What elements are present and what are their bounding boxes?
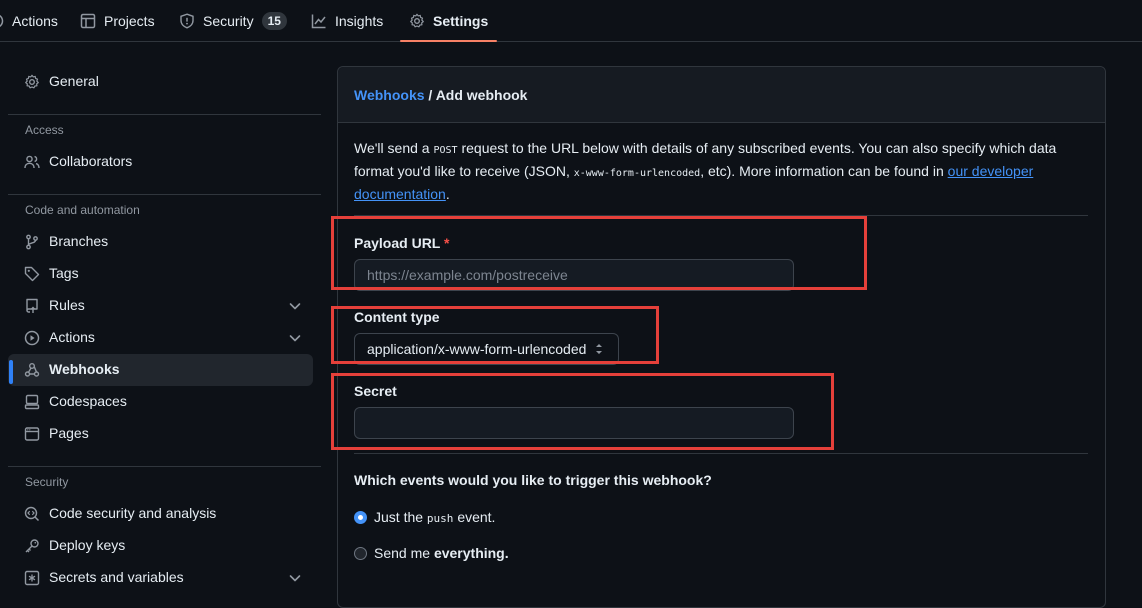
sidebar-heading-security: Security [25,475,69,489]
tag-icon [24,266,40,282]
intro-code-form: x-www-form-urlencoded [573,168,701,179]
webhook-icon [24,363,40,377]
repo-push-icon [26,298,38,313]
tab-label: Actions [12,12,58,29]
tab-label: Projects [104,12,155,29]
tab-label: Settings [433,12,489,29]
codespaces-icon [24,394,40,410]
breadcrumb-separator: / [428,87,433,103]
radio-button[interactable] [354,546,367,560]
sidebar-item-actions[interactable]: Actions [8,322,313,354]
tab-insights[interactable]: Insights [311,0,383,41]
sidebar-item-rules[interactable]: Rules [8,290,313,322]
chevron-down-icon[interactable] [287,298,303,314]
branch-icon [26,234,38,250]
events-question: Which events would you like to trigger t… [354,472,712,488]
highlight-payload-url [331,216,867,290]
section-divider [354,453,1088,454]
table-icon [80,13,96,28]
sidebar-item-collaborators[interactable]: Collaborators [8,146,313,178]
intro-text: . [445,186,450,202]
sidebar-item-label: Codespaces [49,393,127,409]
sidebar-item-label: Code security and analysis [49,505,217,521]
sidebar-item-secrets[interactable]: Secrets and variables [8,562,313,594]
key-icon [25,539,39,553]
radio-label-text: event. [457,509,496,525]
tab-projects[interactable]: Projects [80,0,155,41]
sidebar-divider [8,466,321,467]
sidebar-item-branches[interactable]: Branches [8,226,313,258]
highlight-content-type [331,306,659,364]
browser-icon [24,427,40,441]
sidebar-divider [8,194,321,195]
sidebar-item-label: Branches [49,233,109,249]
tab-actions[interactable]: Actions [0,0,58,41]
radio-label-code: push [426,512,454,525]
webhook-intro-text: We'll send a POST request to the URL bel… [354,138,1074,205]
sidebar-heading-code-automation: Code and automation [25,203,140,217]
sidebar-item-pages[interactable]: Pages [8,418,313,450]
graph-icon [311,14,326,28]
tab-security[interactable]: Security 15 [179,0,287,41]
repo-tab-bar: Actions Projects Security 15 Insights Se… [0,0,1142,42]
sidebar-item-label: Actions [49,329,95,345]
breadcrumb-current: Add webhook [435,87,528,103]
security-alert-count: 15 [261,11,287,30]
tab-settings[interactable]: Settings [399,0,498,42]
sidebar-item-general[interactable]: General [8,66,313,98]
codescan-icon [24,506,40,522]
chevron-down-icon[interactable] [287,570,303,586]
breadcrumb: Webhooks / Add webhook [354,87,527,103]
radio-just-push[interactable]: Just the push event. [354,509,495,525]
sidebar-item-deploy-keys[interactable]: Deploy keys [8,530,313,562]
sidebar-item-webhooks[interactable]: Webhooks [8,354,313,386]
sidebar-item-label: Collaborators [49,153,133,169]
sidebar-item-codespaces[interactable]: Codespaces [8,386,313,418]
sidebar-item-label: General [49,73,99,89]
intro-code-post: POST [433,145,458,156]
sidebar-heading-access: Access [25,123,64,137]
highlight-secret [331,373,834,450]
asterisk-icon [24,570,40,586]
radio-label: Just the push event. [374,509,495,525]
gear-icon [410,13,424,27]
tab-label: Insights [335,12,384,29]
intro-text: , etc). More information can be found in [700,163,944,179]
radio-label-text: Send me [374,545,431,561]
sidebar-item-label: Tags [49,265,79,281]
shield-icon [180,12,194,29]
breadcrumb-webhooks-link[interactable]: Webhooks [354,87,425,103]
chevron-down-icon[interactable] [287,330,303,346]
intro-text: We'll send a [354,140,430,156]
sidebar-item-code-security[interactable]: Code security and analysis [8,498,313,530]
gear-icon [25,74,39,89]
sidebar-item-label: Deploy keys [49,537,126,553]
sidebar-item-label: Rules [49,297,85,313]
play-icon [0,14,4,27]
tab-label: Security [203,12,254,29]
sidebar-item-tags[interactable]: Tags [8,258,313,290]
panel-header: Webhooks / Add webhook [338,67,1105,123]
radio-label-text: Just the [374,509,424,525]
radio-label: Send me everything. [374,545,509,561]
radio-send-everything[interactable]: Send me everything. [354,545,509,561]
sidebar-item-label: Pages [49,425,89,441]
people-icon [24,155,40,169]
sidebar-item-label: Secrets and variables [49,569,184,585]
play-icon [24,330,40,346]
sidebar-item-label: Webhooks [49,361,120,377]
sidebar-divider [8,114,321,115]
radio-label-bold: everything. [433,545,509,561]
radio-button-selected[interactable] [354,510,367,524]
